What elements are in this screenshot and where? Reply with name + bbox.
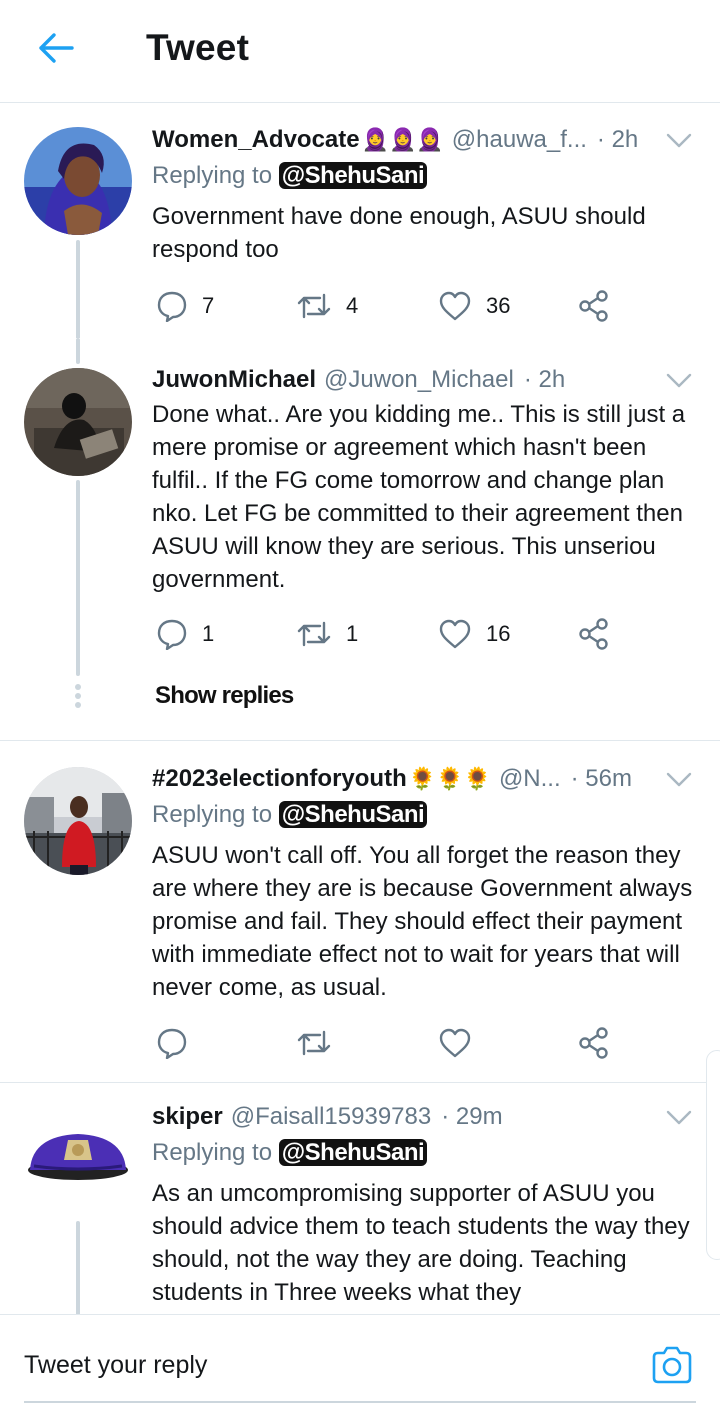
reply-icon bbox=[157, 1028, 187, 1059]
tweet-meta: skiper @Faisall15939783 · 29m bbox=[152, 1103, 660, 1135]
tweet-actions: 7 4 36 bbox=[152, 286, 622, 326]
avatar[interactable] bbox=[24, 368, 132, 476]
timestamp[interactable]: · 2h bbox=[597, 126, 638, 154]
tweet-actions bbox=[152, 1023, 622, 1063]
retweet-count: 1 bbox=[346, 621, 359, 646]
side-panel-handle[interactable] bbox=[706, 1050, 720, 1260]
thread-line bbox=[76, 338, 80, 364]
reply-button[interactable] bbox=[156, 1023, 202, 1063]
thread-line bbox=[76, 480, 80, 676]
retweet-icon bbox=[297, 1030, 331, 1056]
like-button[interactable] bbox=[438, 1023, 486, 1063]
tweet-text: Done what.. Are you kidding me.. This is… bbox=[152, 401, 686, 593]
like-count: 16 bbox=[486, 621, 511, 646]
tweet-meta: Women_Advocate 🧕🧕🧕 @hauwa_f... · 2h bbox=[152, 126, 660, 158]
display-name[interactable]: JuwonMichael bbox=[152, 366, 316, 394]
input-underline bbox=[24, 1401, 696, 1403]
like-count: 36 bbox=[486, 293, 511, 318]
reply-count: 1 bbox=[202, 621, 215, 646]
reply-button[interactable]: 7 bbox=[156, 286, 214, 326]
share-button[interactable] bbox=[578, 1023, 610, 1063]
reply-icon bbox=[157, 291, 187, 322]
avatar[interactable] bbox=[24, 767, 132, 875]
avatar[interactable] bbox=[24, 1106, 132, 1214]
tweet-actions: 1 1 16 bbox=[152, 614, 622, 654]
user-handle[interactable]: @N... bbox=[499, 765, 561, 793]
share-icon bbox=[579, 290, 608, 322]
tweet-text: ASUU won't call off. You all forget the … bbox=[152, 842, 693, 1001]
page-title: Tweet bbox=[146, 27, 250, 68]
replying-to: Replying to @ShehuSani bbox=[152, 162, 428, 194]
chevron-down-icon[interactable] bbox=[666, 1109, 692, 1127]
name-emoji: 🧕🧕🧕 bbox=[361, 127, 444, 152]
tweet-text: Government have done enough, ASUU should… bbox=[152, 203, 646, 263]
chevron-down-icon[interactable] bbox=[666, 372, 692, 390]
display-name[interactable]: Women_Advocate bbox=[152, 126, 360, 154]
heart-icon bbox=[439, 619, 471, 649]
back-arrow-icon[interactable] bbox=[34, 28, 78, 68]
timestamp[interactable]: · 29m bbox=[441, 1103, 502, 1131]
share-button[interactable] bbox=[578, 286, 610, 326]
timestamp[interactable]: · 2h bbox=[524, 366, 565, 394]
tweet[interactable]: Women_Advocate 🧕🧕🧕 @hauwa_f... · 2h Repl… bbox=[0, 104, 720, 366]
thread-dots bbox=[74, 684, 82, 711]
retweet-icon bbox=[297, 621, 331, 647]
share-icon bbox=[579, 1027, 608, 1059]
display-name[interactable]: skiper bbox=[152, 1103, 223, 1131]
heart-icon bbox=[439, 1028, 471, 1058]
name-emoji: 🌻🌻🌻 bbox=[408, 766, 491, 791]
reply-button[interactable]: 1 bbox=[156, 614, 214, 654]
user-handle[interactable]: @Faisall15939783 bbox=[231, 1103, 432, 1131]
reply-icon bbox=[157, 619, 187, 650]
reply-composer: Tweet your reply bbox=[0, 1314, 720, 1405]
retweet-button[interactable]: 4 bbox=[296, 286, 358, 326]
reply-input[interactable]: Tweet your reply bbox=[24, 1351, 207, 1380]
reply-count: 7 bbox=[202, 293, 215, 318]
replying-to: Replying to @ShehuSani bbox=[152, 801, 428, 833]
chevron-down-icon[interactable] bbox=[666, 771, 692, 789]
user-handle[interactable]: @Juwon_Michael bbox=[324, 366, 514, 394]
share-button[interactable] bbox=[578, 614, 610, 654]
retweet-icon bbox=[297, 293, 331, 319]
thread-line bbox=[76, 1221, 80, 1314]
tweet-text: As an umcompromising supporter of ASUU y… bbox=[152, 1180, 690, 1306]
display-name[interactable]: #2023electionforyouth bbox=[152, 765, 407, 793]
like-button[interactable]: 16 bbox=[438, 614, 510, 654]
tweet[interactable]: skiper @Faisall15939783 · 29m Replying t… bbox=[0, 1083, 720, 1314]
tweet-meta: JuwonMichael @Juwon_Michael · 2h bbox=[152, 366, 660, 398]
tweet-meta: #2023electionforyouth 🌻🌻🌻 @N... · 56m bbox=[152, 765, 660, 797]
mention-link[interactable]: @ShehuSani bbox=[278, 801, 428, 828]
tweet[interactable]: JuwonMichael @Juwon_Michael · 2h Done wh… bbox=[0, 338, 720, 740]
like-button[interactable]: 36 bbox=[438, 286, 510, 326]
timestamp[interactable]: · 56m bbox=[571, 765, 632, 793]
tweet[interactable]: #2023electionforyouth 🌻🌻🌻 @N... · 56m Re… bbox=[0, 741, 720, 1082]
show-replies-link[interactable]: Show replies bbox=[155, 682, 294, 710]
retweet-button[interactable] bbox=[296, 1023, 346, 1063]
heart-icon bbox=[439, 291, 471, 321]
chevron-down-icon[interactable] bbox=[666, 132, 692, 150]
retweet-count: 4 bbox=[346, 293, 359, 318]
mention-link[interactable]: @ShehuSani bbox=[278, 162, 428, 189]
camera-icon[interactable] bbox=[650, 1345, 694, 1385]
top-bar: Tweet bbox=[0, 0, 720, 103]
retweet-button[interactable]: 1 bbox=[296, 614, 358, 654]
share-icon bbox=[579, 618, 608, 650]
user-handle[interactable]: @hauwa_f... bbox=[452, 126, 587, 154]
replying-to: Replying to @ShehuSani bbox=[152, 1139, 428, 1171]
mention-link[interactable]: @ShehuSani bbox=[278, 1139, 428, 1166]
avatar[interactable] bbox=[24, 127, 132, 235]
